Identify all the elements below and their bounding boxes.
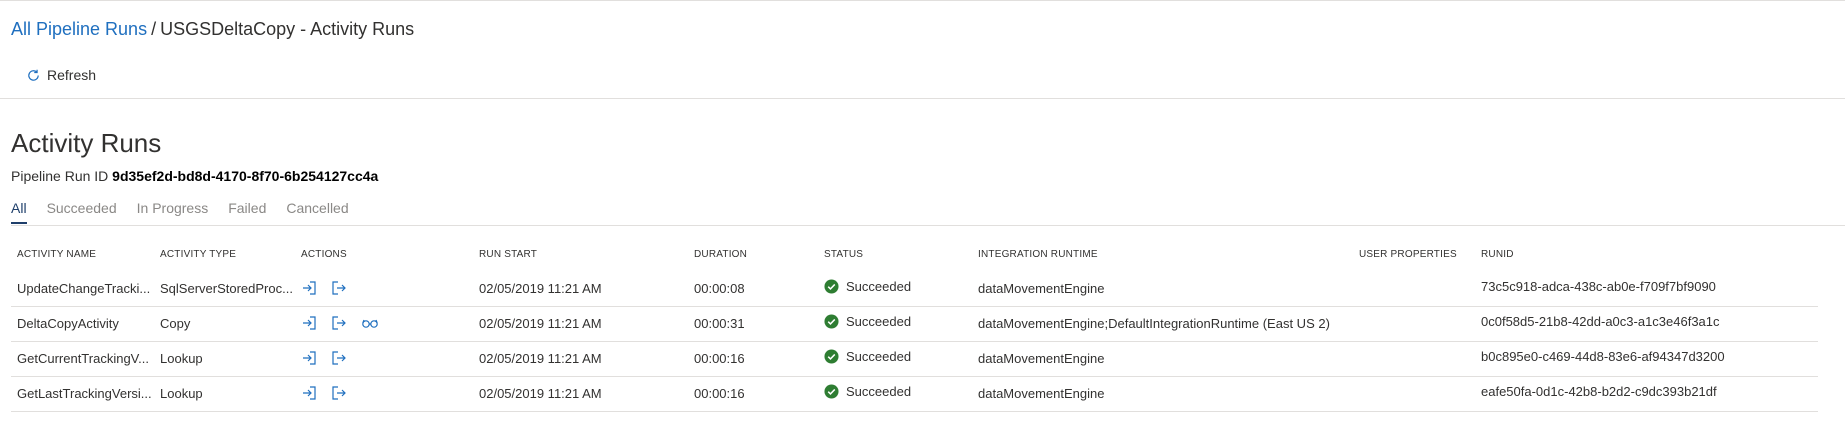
status: Succeeded: [824, 349, 964, 364]
activity-type: Lookup: [160, 351, 203, 366]
pipeline-run-id-label: Pipeline Run ID: [11, 168, 109, 184]
output-icon[interactable]: [331, 384, 361, 402]
run-id: eafe50fa-0d1c-42b8-b2d2-c9dc393b21df: [1481, 384, 1717, 399]
input-icon[interactable]: [301, 384, 331, 402]
integration-runtime: dataMovementEngine;DefaultIntegrationRun…: [978, 316, 1330, 331]
breadcrumb: All Pipeline Runs / USGSDeltaCopy - Activi…: [11, 19, 414, 40]
tab-all[interactable]: All: [11, 200, 27, 224]
column-header-runid[interactable]: RUNID: [1481, 249, 1811, 260]
activity-name: GetCurrentTrackingV...: [17, 351, 149, 366]
tab-cancelled[interactable]: Cancelled: [286, 200, 348, 224]
input-icon[interactable]: [301, 314, 331, 332]
status: Succeeded: [824, 279, 964, 294]
table-row[interactable]: GetLastTrackingVersi... Lookup 02/05/2019 …: [11, 377, 1818, 412]
table-row[interactable]: GetCurrentTrackingV... Lookup 02/05/2019 1…: [11, 342, 1818, 377]
refresh-label: Refresh: [47, 67, 97, 83]
refresh-button[interactable]: Refresh: [26, 67, 96, 83]
activity-name: GetLastTrackingVersi...: [17, 386, 152, 401]
status-text: Succeeded: [846, 279, 912, 294]
breadcrumb-current: USGSDeltaCopy - Activity Runs: [160, 19, 415, 39]
success-check-icon: [824, 314, 839, 329]
column-header-user-properties[interactable]: USER PROPERTIES: [1359, 249, 1469, 260]
run-start: 02/05/2019 11:21 AM: [479, 386, 602, 401]
column-header-activity-type[interactable]: ACTIVITY TYPE: [160, 249, 298, 260]
duration: 00:00:08: [694, 281, 745, 296]
status-text: Succeeded: [846, 384, 912, 399]
column-header-activity-name[interactable]: ACTIVITY NAME: [17, 249, 155, 260]
pipeline-run-id: Pipeline Run ID 9d35ef2d-bd8d-4170-8f70-…: [11, 168, 378, 184]
column-header-run-start[interactable]: RUN START: [479, 249, 679, 260]
integration-runtime: dataMovementEngine: [978, 351, 1105, 366]
table-header: ACTIVITY NAME ACTIVITY TYPE ACTIONS RUN …: [11, 246, 1818, 264]
integration-runtime: dataMovementEngine: [978, 386, 1105, 401]
status-text: Succeeded: [846, 349, 912, 364]
status-text: Succeeded: [846, 314, 912, 329]
tab-in-progress[interactable]: In Progress: [137, 200, 209, 224]
run-id: 0c0f58d5-21b8-42dd-a0c3-a1c3e46f3a1c: [1481, 314, 1720, 329]
row-actions: [301, 279, 471, 297]
table-row[interactable]: DeltaCopyActivity Copy 02/05/2019 11:21 AM…: [11, 307, 1818, 342]
column-header-integration-runtime[interactable]: INTEGRATION RUNTIME: [978, 249, 1348, 260]
tab-failed[interactable]: Failed: [228, 200, 266, 224]
activity-type: Copy: [160, 316, 191, 331]
success-check-icon: [824, 349, 839, 364]
column-header-actions: ACTIONS: [301, 249, 347, 260]
success-check-icon: [824, 279, 839, 294]
success-check-icon: [824, 384, 839, 399]
duration: 00:00:16: [694, 351, 745, 366]
row-actions: [301, 349, 471, 367]
output-icon[interactable]: [331, 349, 361, 367]
run-start: 02/05/2019 11:21 AM: [479, 351, 602, 366]
input-icon[interactable]: [301, 279, 331, 297]
status-tabs: All Succeeded In Progress Failed Cancell…: [11, 200, 369, 224]
row-actions: [301, 384, 471, 402]
duration: 00:00:16: [694, 386, 745, 401]
refresh-icon: [28, 69, 39, 81]
output-icon[interactable]: [331, 279, 361, 297]
activity-name: UpdateChangeTracki...: [17, 281, 151, 296]
table-row[interactable]: UpdateChangeTracki... SqlServerStoredProc…: [11, 272, 1818, 307]
column-header-duration[interactable]: DURATION: [694, 249, 804, 260]
run-start: 02/05/2019 11:21 AM: [479, 316, 602, 331]
column-header-status[interactable]: STATUS: [824, 249, 964, 260]
input-icon[interactable]: [301, 349, 331, 367]
run-start: 02/05/2019 11:21 AM: [479, 281, 602, 296]
tabs-underline: [11, 225, 1845, 226]
duration: 00:00:31: [694, 316, 745, 331]
pipeline-run-id-value: 9d35ef2d-bd8d-4170-8f70-6b254127cc4a: [112, 168, 379, 184]
details-glasses-icon[interactable]: [361, 314, 391, 332]
row-actions: [301, 314, 471, 332]
top-border: [0, 0, 1845, 1]
tab-succeeded[interactable]: Succeeded: [47, 200, 117, 224]
breadcrumb-all-pipeline-runs-link[interactable]: All Pipeline Runs: [11, 19, 147, 39]
activity-type: Lookup: [160, 386, 203, 401]
activity-type: SqlServerStoredProc...: [160, 281, 293, 296]
status: Succeeded: [824, 384, 964, 399]
integration-runtime: dataMovementEngine: [978, 281, 1105, 296]
status: Succeeded: [824, 314, 964, 329]
output-icon[interactable]: [331, 314, 361, 332]
run-id: b0c895e0-c469-44d8-83e6-af94347d3200: [1481, 349, 1725, 364]
page-title: Activity Runs: [11, 128, 162, 158]
breadcrumb-separator: /: [151, 19, 157, 39]
toolbar-divider: [0, 98, 1845, 99]
run-id: 73c5c918-adca-438c-ab0e-f709f7bf9090: [1481, 279, 1716, 294]
activity-name: DeltaCopyActivity: [17, 316, 119, 331]
